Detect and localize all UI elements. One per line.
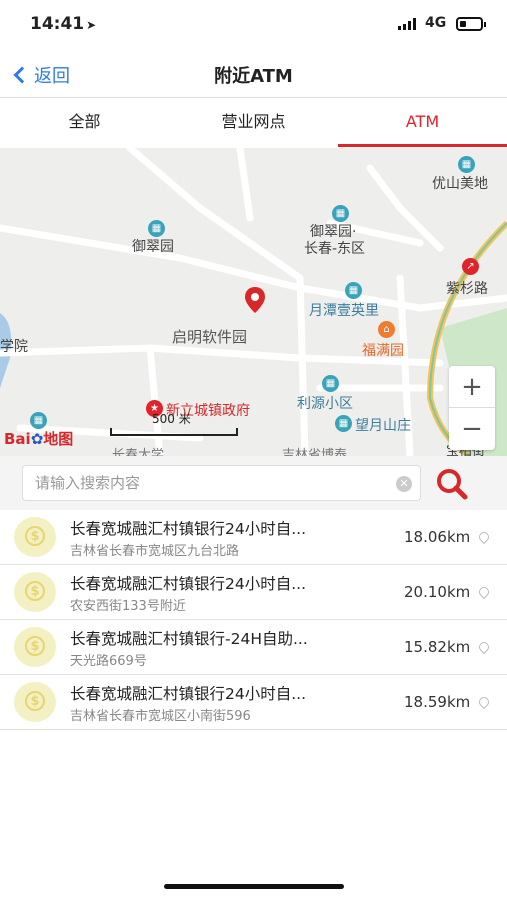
zoom-out-button[interactable]: −: [449, 408, 495, 450]
atm-distance: 15.82km: [404, 638, 471, 656]
atm-name: 长春宽城融汇村镇银行-24H自助...: [70, 630, 308, 648]
search-box: ✕: [22, 465, 421, 501]
search-input[interactable]: [35, 471, 395, 495]
list-item[interactable]: 长春宽城融汇村镇银行24小时自... 农安西街133号附近 20.10km: [0, 565, 507, 620]
nav-bar: 返回 附近ATM: [0, 50, 507, 98]
poi-label: 启明软件园: [172, 328, 248, 346]
list-item[interactable]: 长春宽城融汇村镇银行24小时自... 吉林省长春市宽城区九台北路 18.06km: [0, 510, 507, 565]
location-pin-icon: [476, 584, 492, 600]
poi-icon: ▦: [332, 205, 349, 222]
status-bar: 14:41 ➤ 4G: [0, 0, 507, 50]
poi-icon: ▦: [345, 282, 362, 299]
atm-address: 农安西街133号附近: [70, 599, 186, 614]
signal-icon: [398, 18, 416, 30]
atm-name: 长春宽城融汇村镇银行24小时自...: [70, 575, 307, 593]
page-title: 附近ATM: [214, 66, 293, 87]
atm-coin-icon: [14, 682, 56, 722]
poi-label: 望月山庄: [355, 418, 411, 434]
poi-label: 优山美地: [432, 176, 488, 192]
atm-name: 长春宽城融汇村镇银行24小时自...: [70, 685, 307, 703]
location-arrow-icon: ➤: [86, 18, 97, 32]
poi-label: 利源小区: [297, 396, 353, 412]
poi-icon: ▦: [458, 156, 475, 173]
atm-name: 长春宽城融汇村镇银行24小时自...: [70, 520, 307, 538]
zoom-control: + −: [449, 366, 495, 450]
poi-label: 月潭壹英里: [309, 303, 379, 319]
poi-label: 吉林省博泰: [282, 448, 348, 456]
poi-icon: ⌂: [378, 321, 395, 338]
tab-bar: 全部 营业网点 ATM: [0, 99, 507, 147]
poi-label: 学院: [0, 339, 28, 355]
network-type: 4G: [425, 15, 447, 31]
zoom-in-button[interactable]: +: [449, 366, 495, 408]
atm-address: 吉林省长春市宽城区小南街596: [70, 709, 251, 724]
tab-all[interactable]: 全部: [0, 99, 169, 147]
search-button[interactable]: [434, 466, 470, 502]
list-item[interactable]: 长春宽城融汇村镇银行-24H自助... 天光路669号 15.82km: [0, 620, 507, 675]
poi-label: 长春大学: [112, 448, 165, 456]
poi-icon: ▦: [30, 412, 47, 429]
search-bar: ✕: [0, 456, 507, 510]
atm-list: 长春宽城融汇村镇银行24小时自... 吉林省长春市宽城区九台北路 18.06km…: [0, 510, 507, 730]
atm-coin-icon: [14, 627, 56, 667]
atm-coin-icon: [14, 517, 56, 557]
tab-atm[interactable]: ATM: [338, 99, 507, 147]
baidu-map-logo: Bai✿地图: [4, 430, 74, 448]
atm-address: 吉林省长春市宽城区九台北路: [70, 544, 240, 559]
poi-icon: ▦: [335, 415, 352, 432]
poi-label: 御翠园: [132, 239, 174, 255]
poi-label: 长春-东区: [304, 241, 366, 257]
location-pin-icon: [476, 639, 492, 655]
battery-icon: [456, 17, 486, 31]
map-scale-label: 500 米: [152, 412, 191, 426]
poi-icon: ▦: [322, 375, 339, 392]
atm-distance: 18.06km: [404, 528, 471, 546]
atm-address: 天光路669号: [70, 654, 147, 669]
poi-icon: ↗: [462, 258, 479, 275]
atm-distance: 18.59km: [404, 693, 471, 711]
location-pin-icon: [476, 529, 492, 545]
poi-label: 紫杉路: [446, 281, 488, 297]
tab-branches[interactable]: 营业网点: [169, 99, 338, 147]
map-marker-icon[interactable]: [244, 286, 266, 314]
paw-icon: ✿: [30, 430, 44, 448]
location-pin-icon: [476, 694, 492, 710]
list-item[interactable]: 长春宽城融汇村镇银行24小时自... 吉林省长春市宽城区小南街596 18.59…: [0, 675, 507, 730]
map-scale-bar: [110, 428, 238, 436]
poi-icon: ▦: [148, 220, 165, 237]
status-time: 14:41 ➤: [30, 14, 97, 34]
map-view[interactable]: ▦ 优山美地 ▦ 御翠园 ▦ 御翠园· 长春-东区 ↗ 紫杉路 ▦ 月潭壹英里 …: [0, 148, 507, 456]
atm-coin-icon: [14, 572, 56, 612]
home-indicator[interactable]: [164, 884, 344, 889]
clear-icon[interactable]: ✕: [396, 476, 412, 492]
atm-distance: 20.10km: [404, 583, 471, 601]
poi-label: 福满园: [362, 343, 404, 359]
